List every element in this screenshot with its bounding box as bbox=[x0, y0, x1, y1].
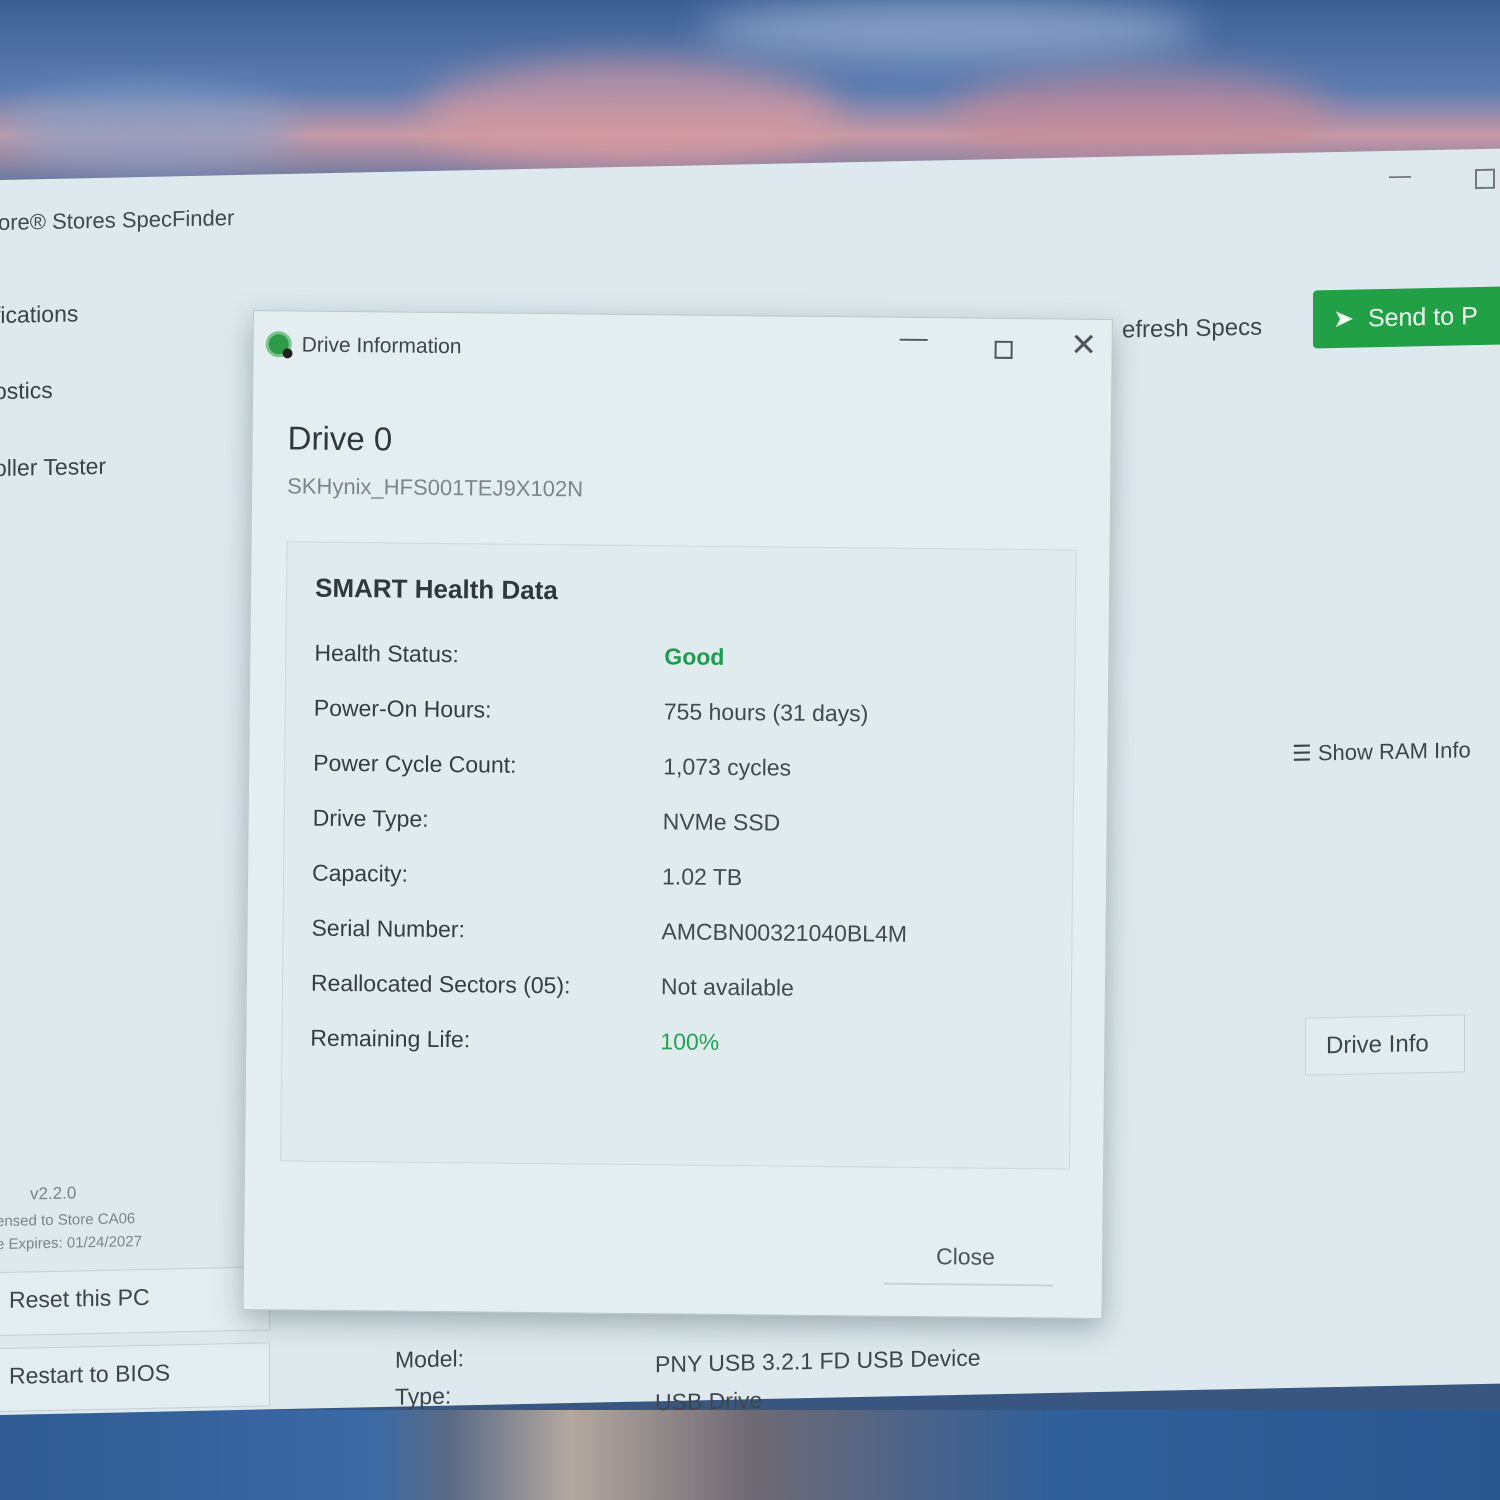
drive-information-dialog: Drive Information — ✕ Drive 0 SKHynix_HF… bbox=[242, 310, 1114, 1319]
remaining-life-label: Remaining Life: bbox=[310, 1024, 471, 1053]
license-expiry-label: e Expires: 01/24/2027 bbox=[0, 1233, 142, 1254]
sidebar-item-diagnostics[interactable]: ostics bbox=[0, 377, 53, 405]
reallocated-sectors-value: Not available bbox=[660, 973, 795, 1001]
smart-title: SMART Health Data bbox=[314, 572, 558, 606]
drive-model: SKHynix_HFS001TEJ9X102N bbox=[287, 473, 584, 502]
version-label: v2.2.0 bbox=[30, 1183, 77, 1204]
reset-pc-button[interactable]: Reset this PC bbox=[0, 1266, 270, 1337]
dialog-titlebar: Drive Information — ✕ bbox=[253, 311, 1114, 380]
drive-type-value: NVMe SSD bbox=[662, 808, 781, 836]
show-ram-label: Show RAM Info bbox=[1317, 737, 1471, 766]
maximize-icon bbox=[994, 340, 1013, 359]
type-value: USB Drive bbox=[655, 1387, 763, 1416]
model-label: Model: bbox=[395, 1345, 465, 1373]
restart-bios-label: Restart to BIOS bbox=[9, 1359, 171, 1389]
send-icon: ➤ bbox=[1333, 304, 1354, 334]
drive-info-label: Drive Info bbox=[1326, 1030, 1429, 1060]
app-logo-icon bbox=[265, 331, 292, 358]
cloud-shape bbox=[420, 60, 840, 170]
desktop-wallpaper-bottom bbox=[0, 1410, 1500, 1500]
dialog-close-icon[interactable]: ✕ bbox=[1063, 325, 1103, 363]
capacity-label: Capacity: bbox=[311, 859, 409, 887]
close-button[interactable]: Close bbox=[883, 1222, 1055, 1287]
dialog-title: Drive Information bbox=[301, 333, 462, 359]
capacity-value: 1.02 TB bbox=[661, 863, 743, 891]
minimize-button[interactable]: — bbox=[1385, 162, 1415, 193]
serial-number-label: Serial Number: bbox=[311, 914, 466, 943]
sidebar-item-specifications[interactable]: fications bbox=[0, 300, 78, 329]
send-label: Send to P bbox=[1367, 302, 1478, 333]
cloud-shape bbox=[950, 70, 1330, 160]
show-ram-info-button[interactable]: ☰ Show RAM Info bbox=[1292, 737, 1471, 767]
reallocated-sectors-label: Reallocated Sectors (05): bbox=[310, 969, 571, 999]
type-label: Type: bbox=[395, 1382, 452, 1410]
list-icon: ☰ bbox=[1292, 740, 1312, 766]
power-on-hours-value: 755 hours (31 days) bbox=[663, 698, 869, 727]
drive-title: Drive 0 bbox=[287, 419, 393, 458]
remaining-life-value: 100% bbox=[660, 1028, 720, 1055]
health-status-label: Health Status: bbox=[314, 639, 460, 668]
drive-info-button[interactable]: Drive Info bbox=[1305, 1014, 1465, 1076]
maximize-button[interactable] bbox=[1475, 168, 1495, 190]
drive-type-label: Drive Type: bbox=[312, 804, 429, 832]
refresh-specs-button[interactable]: efresh Specs bbox=[1122, 314, 1262, 345]
power-cycle-count-label: Power Cycle Count: bbox=[313, 749, 517, 778]
dialog-maximize-button[interactable] bbox=[983, 329, 1023, 366]
power-cycle-count-value: 1,073 cycles bbox=[663, 753, 792, 781]
restart-bios-button[interactable]: Restart to BIOS bbox=[0, 1342, 270, 1413]
license-label: ensed to Store CA06 bbox=[0, 1210, 136, 1231]
close-label: Close bbox=[935, 1243, 996, 1270]
cloud-shape bbox=[700, 0, 1200, 60]
dialog-minimize-button[interactable]: — bbox=[894, 322, 934, 354]
smart-health-card: SMART Health Data Health Status: Good Po… bbox=[280, 541, 1077, 1170]
model-value: PNY USB 3.2.1 FD USB Device bbox=[655, 1344, 981, 1378]
send-button[interactable]: ➤ Send to P bbox=[1313, 286, 1500, 349]
cloud-shape bbox=[0, 90, 300, 170]
sidebar-item-controller-tester[interactable]: oller Tester bbox=[0, 453, 106, 482]
health-status-value: Good bbox=[664, 643, 725, 670]
serial-number-value: AMCBN00321040BL4M bbox=[661, 918, 908, 947]
app-title: ore® Stores SpecFinder bbox=[0, 205, 235, 236]
power-on-hours-label: Power-On Hours: bbox=[313, 694, 492, 723]
reset-pc-label: Reset this PC bbox=[9, 1283, 150, 1313]
